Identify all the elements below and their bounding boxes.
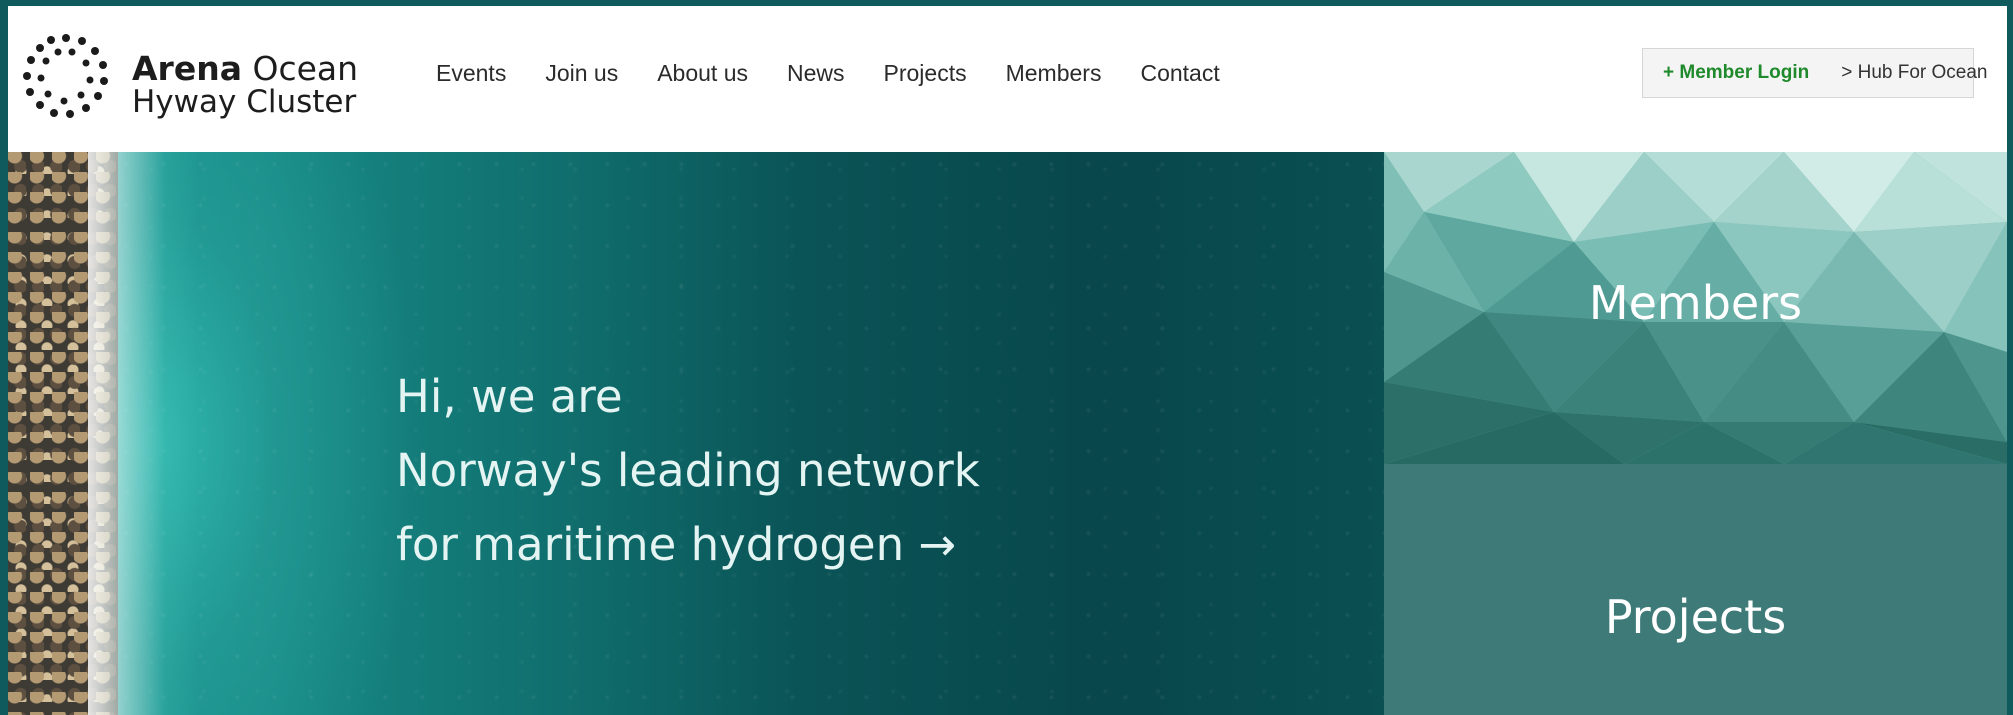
- site-header: Arena Ocean Hyway Cluster Events Join us…: [8, 6, 2007, 152]
- nav-contact[interactable]: Contact: [1140, 60, 1219, 87]
- logo-name-bold: Arena: [132, 49, 242, 88]
- hero-line-3: for maritime hydrogen →: [396, 518, 957, 571]
- hero-line-1: Hi, we are: [396, 370, 623, 423]
- projects-tile[interactable]: Projects: [1384, 464, 2007, 715]
- page-frame: Arena Ocean Hyway Cluster Events Join us…: [8, 6, 2007, 715]
- nav-join-us[interactable]: Join us: [545, 60, 618, 87]
- logo-name-rest: Ocean: [252, 49, 359, 88]
- logo-line-1: Arena Ocean: [132, 52, 358, 85]
- main-nav: Events Join us About us News Projects Me…: [436, 60, 1259, 87]
- logo-dots-icon: [23, 34, 108, 118]
- members-tile-label: Members: [1588, 276, 1803, 330]
- logo-wordmark: Arena Ocean Hyway Cluster: [132, 52, 358, 118]
- logo-line-2: Hyway Cluster: [132, 84, 357, 120]
- hero-line-2: Norway's leading network: [396, 444, 980, 497]
- members-tile[interactable]: Members: [1384, 152, 2007, 464]
- site-logo[interactable]: Arena Ocean Hyway Cluster: [20, 26, 358, 126]
- hub-for-ocean-link[interactable]: > Hub For Ocean: [1841, 62, 1987, 84]
- nav-news[interactable]: News: [787, 60, 845, 87]
- nav-members[interactable]: Members: [1006, 60, 1102, 87]
- projects-tile-label: Projects: [1604, 590, 1787, 644]
- hero-headline-link[interactable]: Hi, we are Norway's leading network for …: [396, 360, 980, 582]
- nav-projects[interactable]: Projects: [884, 60, 967, 87]
- shoreline-surf: [88, 152, 198, 715]
- member-links-box: + Member Login > Hub For Ocean: [1642, 48, 1988, 98]
- hero-banner: Hi, we are Norway's leading network for …: [8, 152, 1384, 715]
- nav-events[interactable]: Events: [436, 60, 506, 87]
- member-login-link[interactable]: + Member Login: [1663, 62, 1809, 84]
- nav-about-us[interactable]: About us: [657, 60, 748, 87]
